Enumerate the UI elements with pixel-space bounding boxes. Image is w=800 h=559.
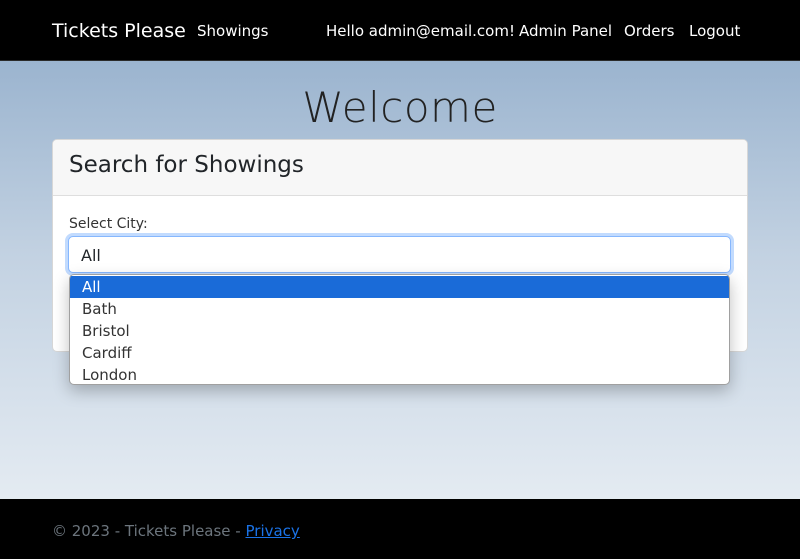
city-option-all[interactable]: All <box>70 276 729 298</box>
privacy-link[interactable]: Privacy <box>246 522 300 540</box>
city-option-london[interactable]: London <box>70 364 729 384</box>
city-label: Select City: <box>69 216 148 232</box>
city-dropdown-list: All Bath Bristol Cardiff London <box>69 274 730 385</box>
nav-orders[interactable]: Orders <box>624 22 674 40</box>
footer-text: © 2023 - Tickets Please - Privacy <box>52 522 300 540</box>
card-title: Search for Showings <box>69 152 304 178</box>
navbar: Tickets Please Showings Hello admin@emai… <box>0 0 800 61</box>
footer: © 2023 - Tickets Please - Privacy <box>0 499 800 559</box>
city-select[interactable]: All <box>68 236 731 273</box>
city-option-cardiff[interactable]: Cardiff <box>70 342 729 364</box>
page-title: Welcome <box>302 83 498 132</box>
card-header: Search for Showings <box>53 140 747 196</box>
city-option-bristol[interactable]: Bristol <box>70 320 729 342</box>
city-option-bath[interactable]: Bath <box>70 298 729 320</box>
nav-logout[interactable]: Logout <box>689 22 740 40</box>
brand-link[interactable]: Tickets Please <box>52 20 186 42</box>
copyright-text: © 2023 - Tickets Please - <box>52 522 241 540</box>
nav-showings[interactable]: Showings <box>197 22 268 40</box>
nav-admin-panel[interactable]: Admin Panel <box>519 22 612 40</box>
nav-greeting[interactable]: Hello admin@email.com! <box>326 22 515 40</box>
